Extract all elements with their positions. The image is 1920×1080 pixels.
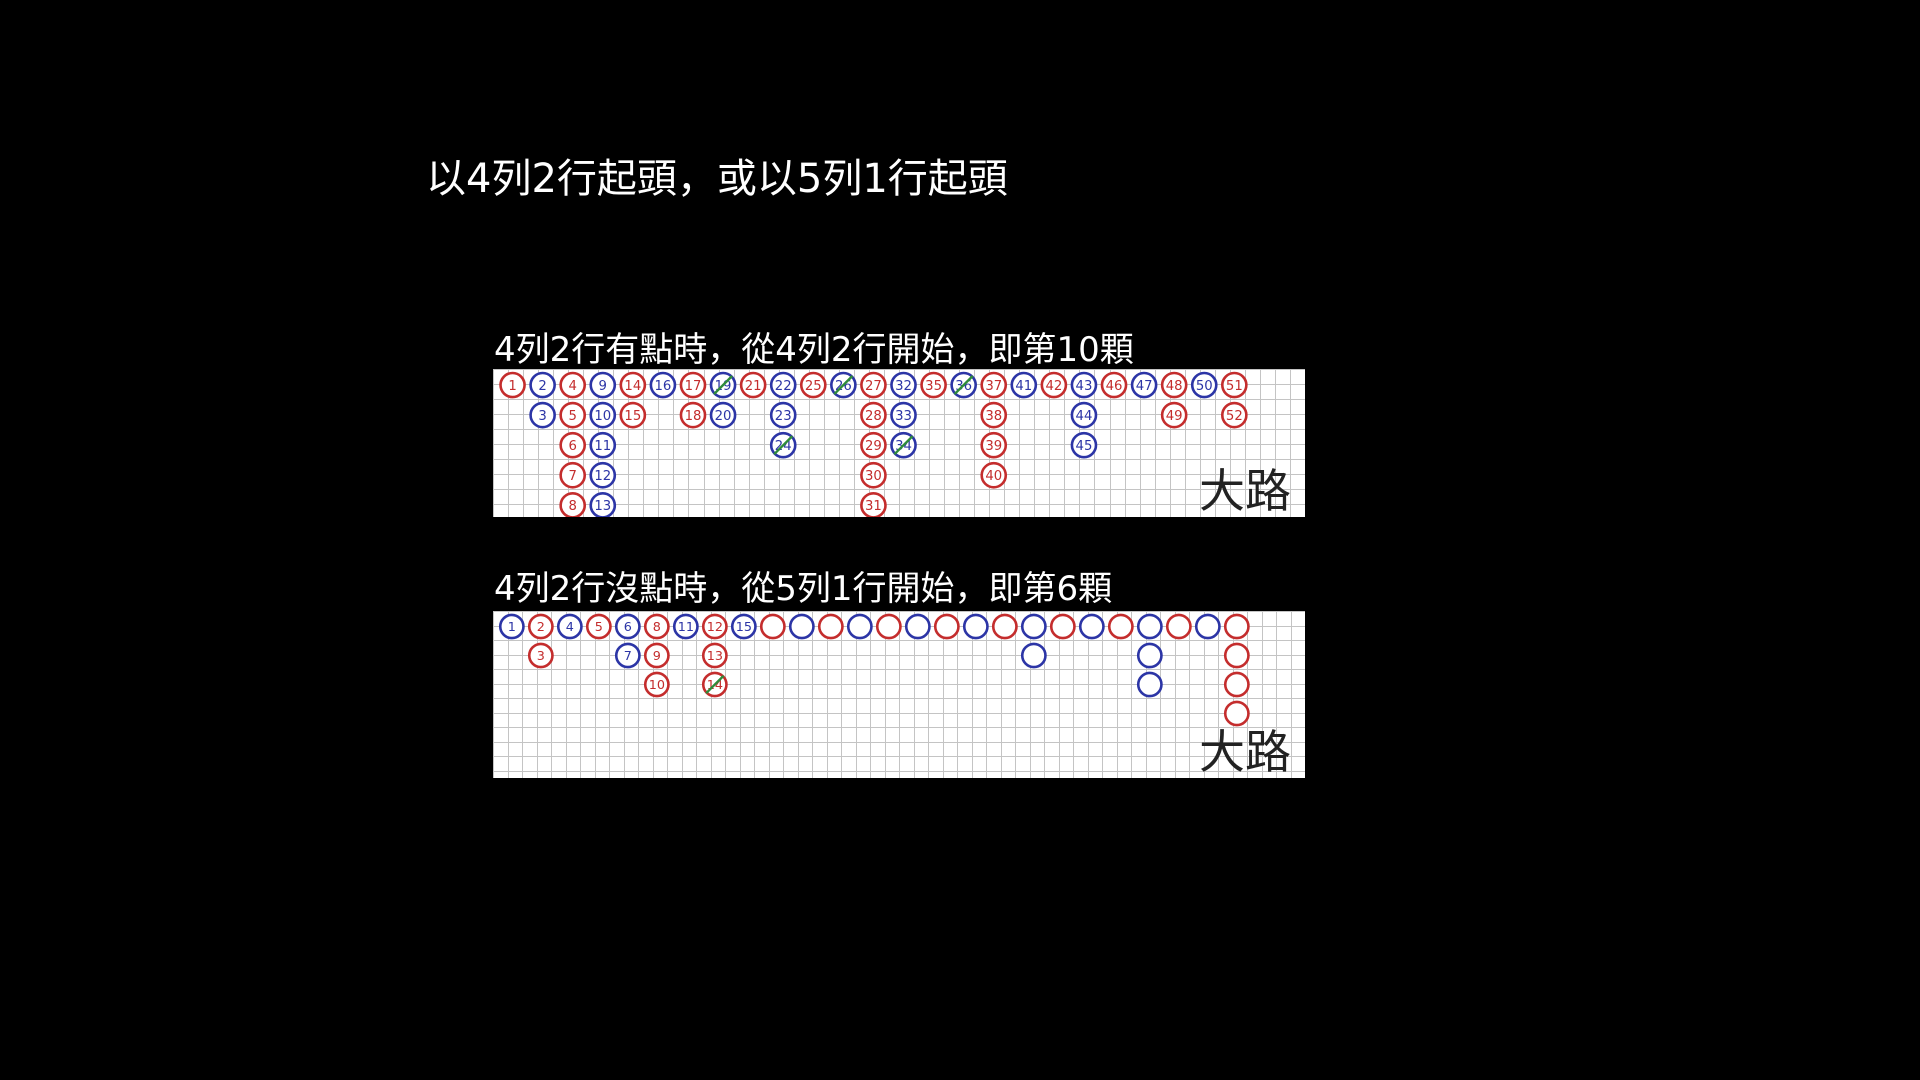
bead-number: 7 — [624, 649, 632, 664]
bead-number: 52 — [1226, 409, 1243, 424]
bead-number: 21 — [745, 379, 762, 394]
bead-number: 2 — [538, 379, 546, 394]
bead-number: 11 — [678, 620, 694, 635]
bead-number: 32 — [895, 379, 912, 394]
player-bead — [1136, 642, 1163, 669]
bead-number: 9 — [599, 379, 607, 394]
bead-number: 33 — [895, 409, 912, 424]
bead-number: 43 — [1076, 379, 1093, 394]
bead-number: 4 — [566, 620, 574, 635]
bead-number: 7 — [568, 469, 576, 484]
player-bead — [1136, 613, 1163, 640]
bead-number: 40 — [985, 469, 1002, 484]
banker-bead — [1223, 700, 1250, 727]
bead-number: 11 — [594, 439, 611, 454]
banker-bead — [1223, 671, 1250, 698]
bead-number: 1 — [508, 379, 516, 394]
banker-bead — [1223, 613, 1250, 640]
player-bead — [904, 613, 931, 640]
banker-bead — [1049, 613, 1076, 640]
road-label: 大路 — [1199, 464, 1291, 517]
bead-number: 20 — [715, 409, 732, 424]
bead-number: 17 — [685, 379, 702, 394]
banker-bead — [875, 613, 902, 640]
player-bead — [1194, 613, 1221, 640]
bead-number: 51 — [1226, 379, 1243, 394]
bead-number: 10 — [594, 409, 611, 424]
bead-number: 4 — [568, 379, 576, 394]
bead-number: 16 — [655, 379, 672, 394]
bead-number: 15 — [736, 620, 752, 635]
bead-number: 2 — [537, 620, 545, 635]
bead-number: 50 — [1196, 379, 1213, 394]
bead-number: 6 — [624, 620, 632, 635]
bead-number: 28 — [865, 409, 882, 424]
bead-number: 25 — [805, 379, 822, 394]
road-label: 大路 — [1199, 725, 1291, 778]
banker-bead — [1107, 613, 1134, 640]
bead-number: 37 — [985, 379, 1002, 394]
bead-number: 39 — [985, 439, 1002, 454]
bead-number: 9 — [653, 649, 661, 664]
bead-number: 13 — [594, 499, 611, 514]
bead-number: 31 — [865, 499, 882, 514]
bead-number: 3 — [538, 409, 546, 424]
page-title: 以4列2行起頭，或以5列1行起頭 — [426, 156, 1008, 202]
bead-number: 42 — [1045, 379, 1062, 394]
bead-number: 8 — [653, 620, 661, 635]
player-bead — [846, 613, 873, 640]
bead-number: 8 — [568, 499, 576, 514]
bead-number: 44 — [1076, 409, 1093, 424]
bead-number: 13 — [707, 649, 723, 664]
player-bead — [1020, 613, 1047, 640]
player-bead — [1078, 613, 1105, 640]
bead-number: 48 — [1166, 379, 1183, 394]
bead-number: 10 — [649, 678, 665, 693]
bead-number: 23 — [775, 409, 792, 424]
banker-bead — [1223, 642, 1250, 669]
bead-number: 22 — [775, 379, 792, 394]
road-2-caption: 4列2行沒點時，從5列1行開始，即第6顆 — [494, 569, 1113, 609]
bead-number: 1 — [508, 620, 516, 635]
bead-number: 3 — [537, 649, 545, 664]
bead-number: 6 — [568, 439, 576, 454]
banker-bead — [759, 613, 786, 640]
bead-number: 5 — [568, 409, 576, 424]
bead-number: 5 — [595, 620, 603, 635]
banker-bead — [1165, 613, 1192, 640]
big-road-diagram-1: 1234567891011121314151617181920212223242… — [493, 369, 1305, 517]
road-1-caption: 4列2行有點時，從4列2行開始，即第10顆 — [494, 330, 1134, 370]
bead-number: 30 — [865, 469, 882, 484]
player-bead — [1136, 671, 1163, 698]
bead-number: 18 — [685, 409, 702, 424]
bead-number: 12 — [594, 469, 611, 484]
banker-bead — [991, 613, 1018, 640]
bead-number: 47 — [1136, 379, 1153, 394]
banker-bead — [817, 613, 844, 640]
bead-number: 27 — [865, 379, 882, 394]
big-road-diagram-2: 123456789101112131415大路 — [493, 611, 1305, 778]
bead-number: 12 — [707, 620, 723, 635]
player-bead — [1020, 642, 1047, 669]
bead-number: 35 — [925, 379, 942, 394]
bead-number: 29 — [865, 439, 882, 454]
player-bead — [962, 613, 989, 640]
player-bead — [788, 613, 815, 640]
bead-number: 46 — [1106, 379, 1123, 394]
bead-number: 14 — [624, 379, 641, 394]
bead-number: 49 — [1166, 409, 1183, 424]
bead-number: 38 — [985, 409, 1002, 424]
bead-number: 41 — [1015, 379, 1032, 394]
bead-number: 15 — [624, 409, 641, 424]
bead-number: 45 — [1076, 439, 1093, 454]
banker-bead — [933, 613, 960, 640]
